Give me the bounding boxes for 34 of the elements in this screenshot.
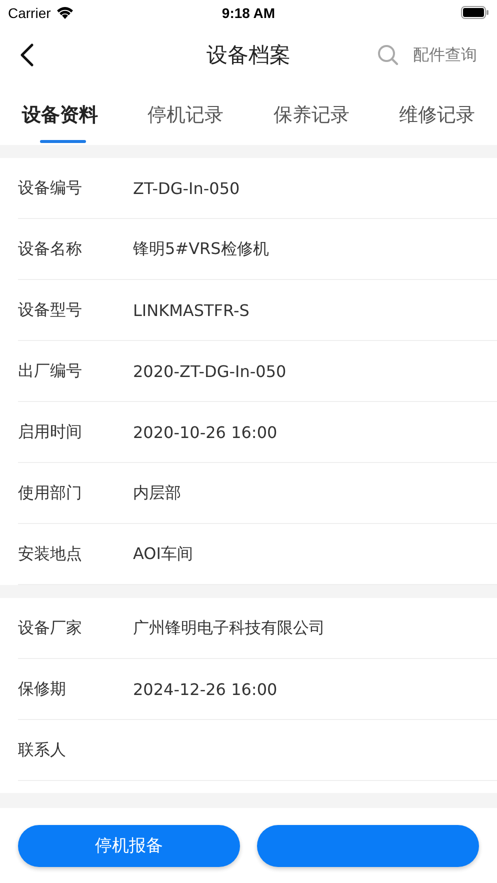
tab[interactable]: 保养记录 xyxy=(273,85,350,145)
field-label: 设备型号 xyxy=(18,300,83,320)
field-value: 广州锋明电子科技有限公司 xyxy=(133,618,325,638)
field-label: 设备厂家 xyxy=(18,618,83,638)
field-label: 保修期 xyxy=(18,678,67,700)
parts-search-link[interactable]: 配件查询 xyxy=(413,44,477,66)
field-value: 锋明5#VRS检修机 xyxy=(133,238,269,260)
field-label: 出厂编号 xyxy=(18,360,83,382)
field-value: 2020-10-26 16:00 xyxy=(133,422,278,442)
tab[interactable]: 维修记录 xyxy=(398,85,475,145)
search-icon[interactable] xyxy=(377,44,399,66)
field-label: 启用时间 xyxy=(18,422,83,442)
wifi-icon xyxy=(56,6,74,19)
battery-icon xyxy=(461,6,489,19)
field-label: 联系人 xyxy=(18,740,67,760)
field-value: ZT-DG-In-050 xyxy=(133,178,240,198)
field-label: 安装地点 xyxy=(18,544,83,564)
status-time: 9:18 AM xyxy=(222,4,276,20)
tab[interactable]: 设备资料 xyxy=(22,85,98,145)
shutdown-report-button[interactable]: 停机报备 xyxy=(18,824,240,866)
field-value: 2020-ZT-DG-In-050 xyxy=(133,362,286,380)
field-value: 2024-12-26 16:00 xyxy=(133,680,278,698)
carrier-label: Carrier xyxy=(8,4,51,20)
field-value: LINKMASTFR-S xyxy=(133,300,250,320)
tab[interactable]: 停机记录 xyxy=(148,85,224,145)
back-icon[interactable] xyxy=(20,43,34,67)
action-button[interactable] xyxy=(257,824,479,866)
field-value: AOI车间 xyxy=(133,544,193,564)
field-label: 设备名称 xyxy=(18,238,83,260)
field-label: 设备编号 xyxy=(18,178,83,198)
tab-indicator xyxy=(40,140,86,143)
page-title: 设备档案 xyxy=(206,42,290,69)
field-value: 内层部 xyxy=(133,482,181,504)
field-label: 使用部门 xyxy=(18,482,83,504)
